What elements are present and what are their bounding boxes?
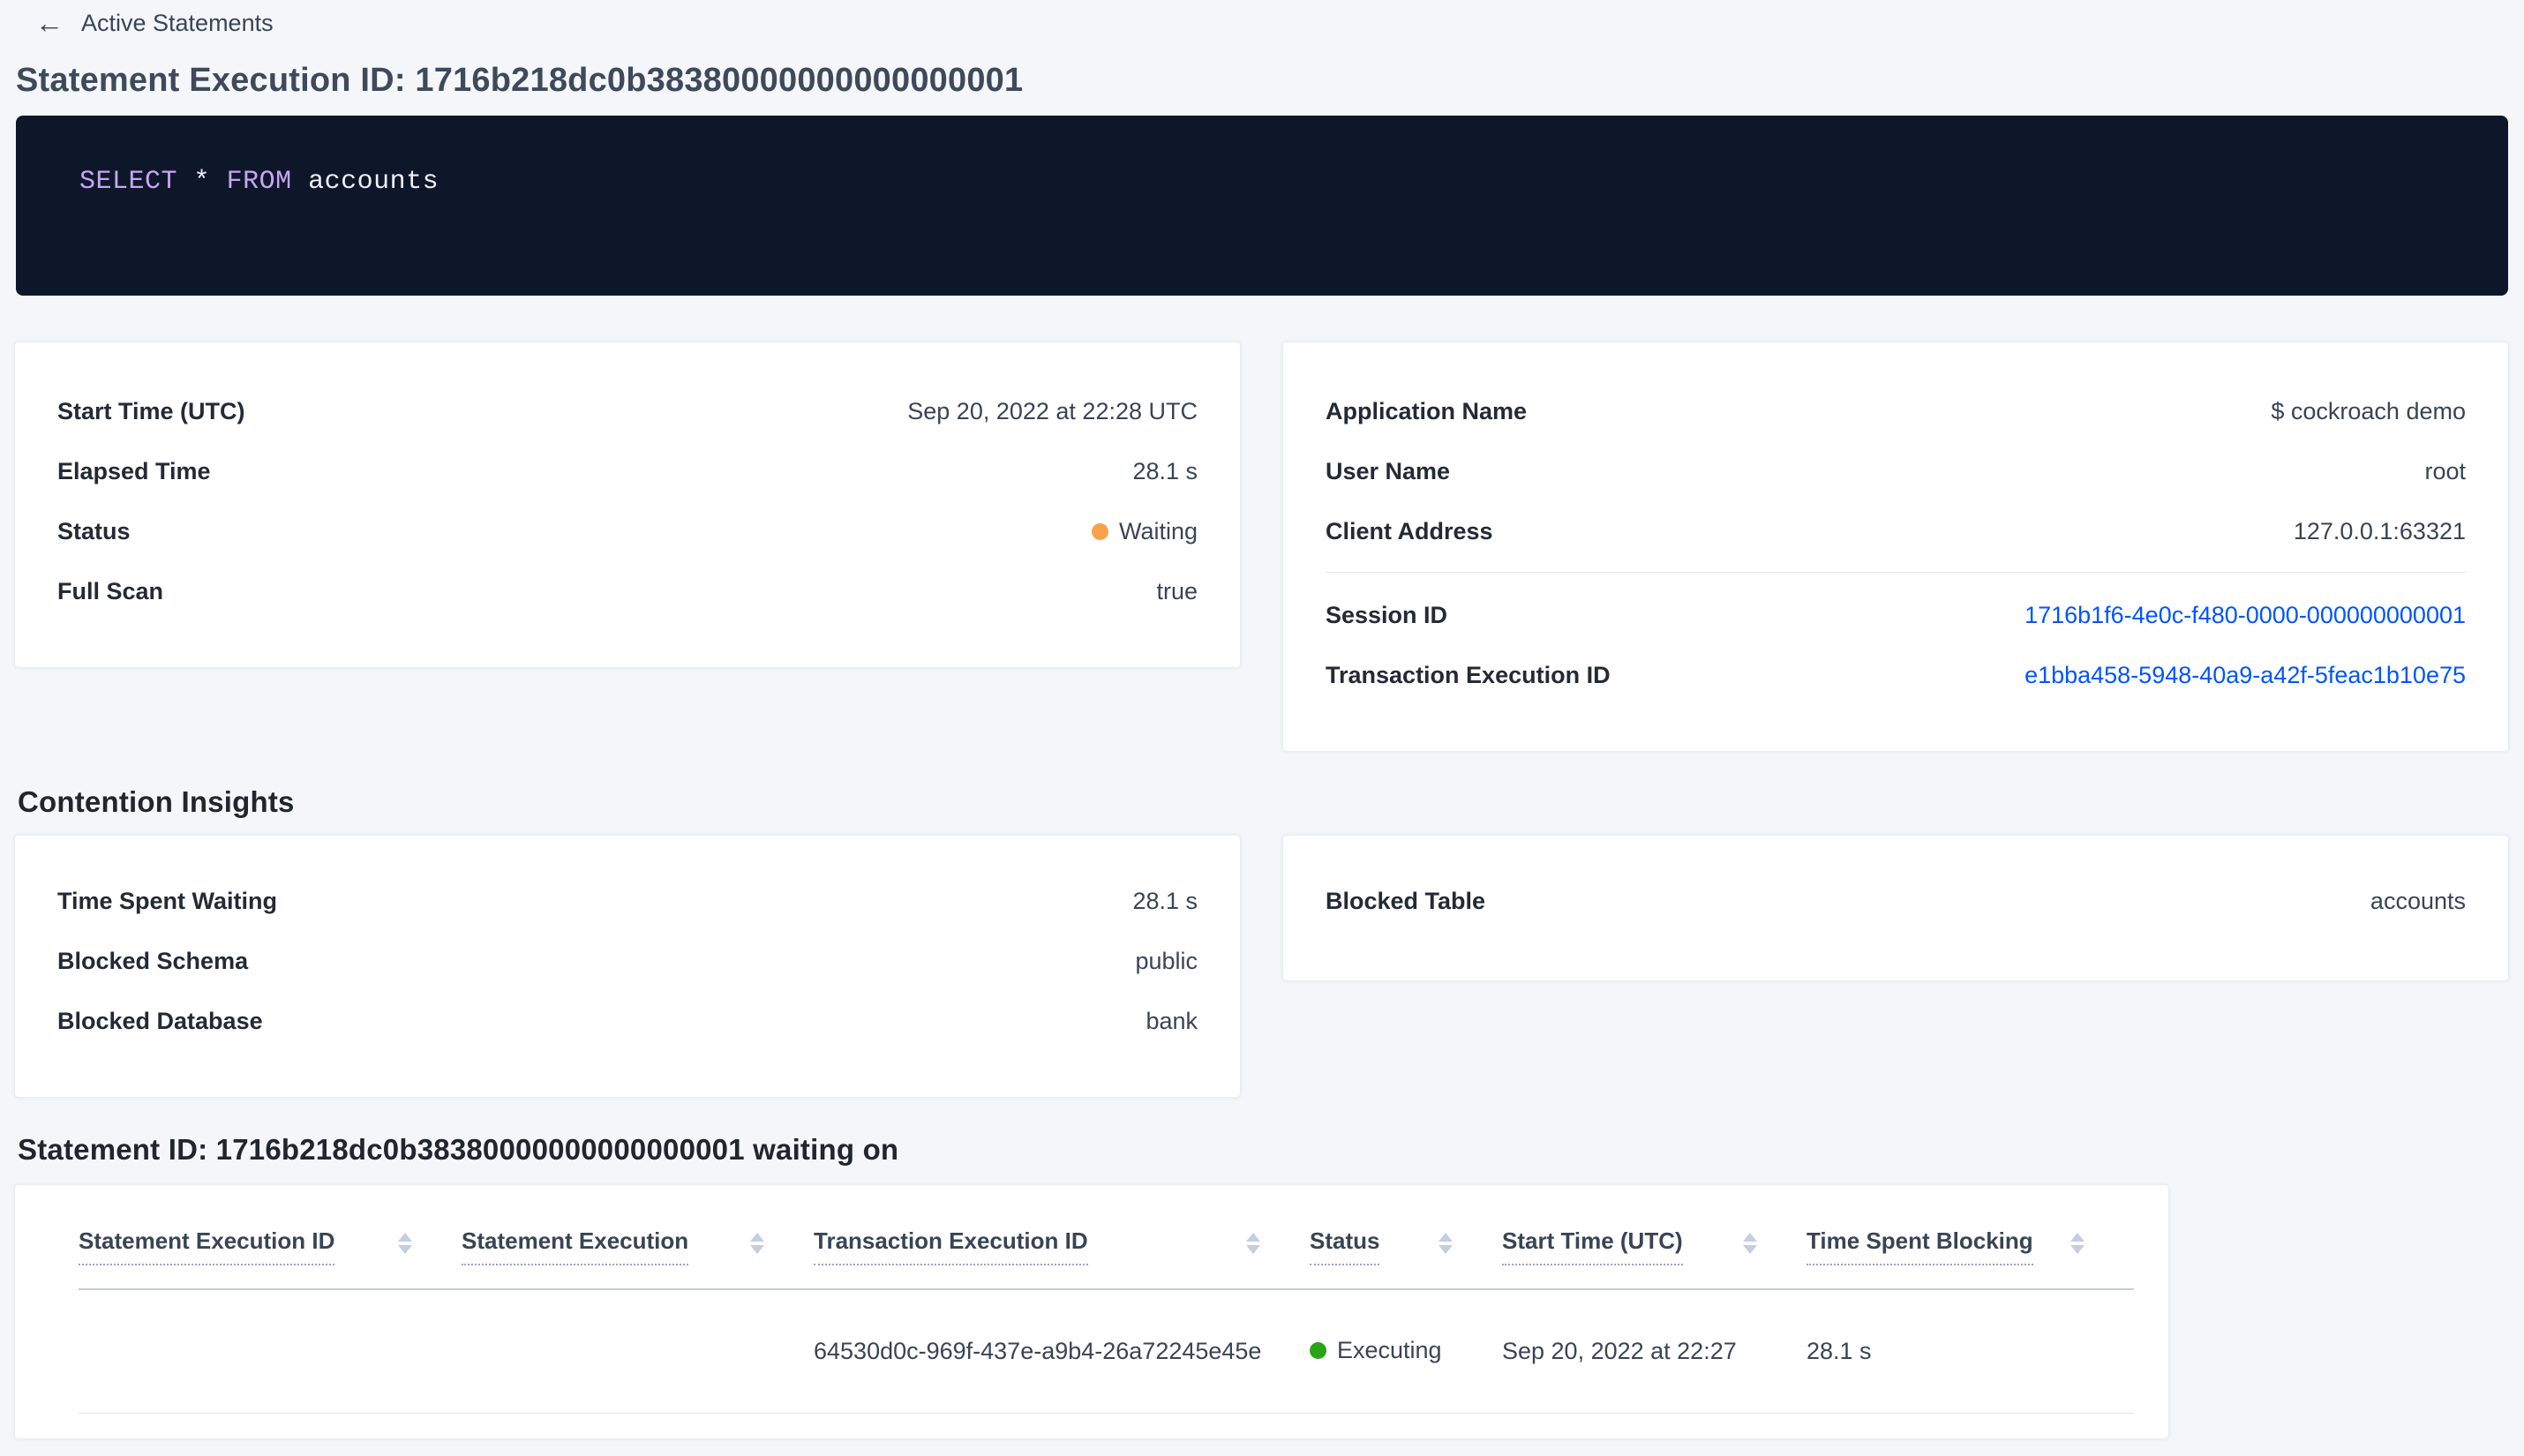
table-row: 64530d0c-969f-437e-a9b4-26a72245e45e Exe… (79, 1289, 2134, 1414)
row-blocked-database: Blocked Database bank (57, 991, 1198, 1051)
column-header-transaction-execution-id[interactable]: Transaction Execution ID (814, 1185, 1310, 1290)
start-time-label: Start Time (UTC) (57, 397, 245, 424)
cell-time-spent-blocking: 28.1 s (1807, 1289, 2134, 1414)
sort-icon[interactable] (1743, 1233, 1757, 1254)
row-start-time: Start Time (UTC) Sep 20, 2022 at 22:28 U… (57, 381, 1198, 441)
client-address-value: 127.0.0.1:63321 (2293, 517, 2466, 544)
row-application-name: Application Name $ cockroach demo (1326, 381, 2466, 441)
page-title: Statement Execution ID: 1716b218dc0b3838… (16, 62, 1024, 99)
column-label: Status (1310, 1227, 1380, 1265)
column-label: Statement Execution ID (79, 1227, 335, 1265)
sort-icon[interactable] (1439, 1233, 1453, 1254)
executing-status-dot-icon (1310, 1342, 1326, 1360)
user-name-label: User Name (1326, 457, 1451, 484)
contention-right-card: Blocked Table accounts (1282, 835, 2509, 981)
contention-cards-row: Time Spent Waiting 28.1 s Blocked Schema… (14, 835, 2509, 1098)
contention-left-card: Time Spent Waiting 28.1 s Blocked Schema… (14, 835, 1241, 1098)
sort-icon[interactable] (750, 1233, 764, 1254)
sql-keyword-from: FROM (226, 167, 292, 197)
row-blocked-table: Blocked Table accounts (1326, 871, 2466, 931)
cell-status: Executing (1310, 1289, 1502, 1414)
column-label: Start Time (UTC) (1502, 1227, 1683, 1265)
sql-statement-box: SELECT * FROM accounts (16, 116, 2508, 296)
application-name-label: Application Name (1326, 397, 1528, 424)
arrow-left-icon: ← (35, 7, 64, 39)
back-to-active-statements-link[interactable]: ← Active Statements (35, 9, 274, 37)
row-user-name: User Name root (1326, 441, 2466, 501)
status-badge: Waiting (1091, 517, 1198, 545)
sql-table-name: accounts (308, 167, 439, 197)
elapsed-time-label: Elapsed Time (57, 457, 211, 484)
row-time-spent-waiting: Time Spent Waiting 28.1 s (57, 871, 1198, 931)
column-header-status[interactable]: Status (1310, 1185, 1502, 1290)
row-blocked-schema: Blocked Schema public (57, 931, 1198, 991)
column-header-statement-execution[interactable]: Statement Execution (462, 1185, 814, 1290)
application-name-value: $ cockroach demo (2271, 397, 2466, 424)
blocked-table-label: Blocked Table (1326, 887, 1486, 914)
status-label: Status (57, 517, 131, 544)
status-badge: Executing (1310, 1337, 1442, 1364)
session-card-divider (1326, 572, 2466, 573)
column-label: Time Spent Blocking (1807, 1227, 2033, 1265)
blocked-table-value: accounts (2370, 887, 2466, 914)
table-header-row: Statement Execution ID Statement Executi… (79, 1185, 2134, 1290)
back-link-label: Active Statements (81, 9, 274, 36)
blocked-schema-value: public (1135, 947, 1198, 974)
status-value: Waiting (1118, 517, 1198, 544)
sql-star: * (193, 167, 211, 197)
user-name-value: root (2424, 457, 2466, 484)
column-header-start-time[interactable]: Start Time (UTC) (1502, 1185, 1807, 1290)
row-transaction-execution-id: Transaction Execution ID e1bba458-5948-4… (1326, 645, 2466, 705)
waiting-status-dot-icon (1091, 522, 1108, 540)
full-scan-value: true (1156, 577, 1198, 604)
sort-icon[interactable] (2070, 1233, 2085, 1254)
cell-start-time: Sep 20, 2022 at 22:27 (1502, 1289, 1807, 1414)
transaction-execution-id-label: Transaction Execution ID (1326, 661, 1611, 688)
session-id-link[interactable]: 1716b1f6-4e0c-f480-0000-000000000001 (2024, 602, 2466, 629)
sort-icon[interactable] (1246, 1233, 1260, 1254)
contention-insights-heading: Contention Insights (18, 785, 295, 818)
cell-statement-execution-id (79, 1289, 462, 1414)
waiting-on-heading: Statement ID: 1716b218dc0b38380000000000… (18, 1133, 899, 1166)
row-client-address: Client Address 127.0.0.1:63321 (1326, 501, 2466, 561)
elapsed-time-value: 28.1 s (1132, 457, 1198, 484)
cell-transaction-execution-id: 64530d0c-969f-437e-a9b4-26a72245e45e (814, 1289, 1310, 1414)
summary-cards-row: Start Time (UTC) Sep 20, 2022 at 22:28 U… (14, 341, 2509, 752)
sort-icon[interactable] (398, 1233, 412, 1254)
row-session-id: Session ID 1716b1f6-4e0c-f480-0000-00000… (1326, 585, 2466, 645)
row-elapsed-time: Elapsed Time 28.1 s (57, 441, 1198, 501)
row-full-scan: Full Scan true (57, 561, 1198, 621)
sql-statement-text: SELECT * FROM accounts (79, 167, 439, 197)
blocked-schema-label: Blocked Schema (57, 947, 249, 974)
time-spent-waiting-value: 28.1 s (1132, 887, 1198, 914)
cell-statement-execution (462, 1289, 814, 1414)
waiting-on-table-card: Statement Execution ID Statement Executi… (14, 1184, 2169, 1439)
start-time-value: Sep 20, 2022 at 22:28 UTC (907, 397, 1198, 424)
blocked-database-label: Blocked Database (57, 1007, 263, 1034)
waiting-on-table: Statement Execution ID Statement Executi… (79, 1185, 2134, 1414)
session-id-label: Session ID (1326, 601, 1448, 628)
statement-execution-detail-page: ← Active Statements Statement Execution … (0, 0, 2524, 1456)
overview-card: Start Time (UTC) Sep 20, 2022 at 22:28 U… (14, 341, 1241, 668)
column-header-statement-execution-id[interactable]: Statement Execution ID (79, 1185, 462, 1290)
sql-keyword-select: SELECT (79, 167, 178, 197)
status-value: Executing (1337, 1337, 1442, 1364)
full-scan-label: Full Scan (57, 577, 164, 604)
column-header-time-spent-blocking[interactable]: Time Spent Blocking (1807, 1185, 2134, 1290)
blocked-database-value: bank (1146, 1007, 1198, 1034)
transaction-execution-id-link[interactable]: e1bba458-5948-40a9-a42f-5feac1b10e75 (2024, 662, 2466, 689)
column-label: Statement Execution (462, 1227, 689, 1265)
time-spent-waiting-label: Time Spent Waiting (57, 887, 278, 914)
client-address-label: Client Address (1326, 517, 1493, 544)
row-status: Status Waiting (57, 501, 1198, 561)
column-label: Transaction Execution ID (814, 1227, 1088, 1265)
session-card: Application Name $ cockroach demo User N… (1282, 341, 2509, 752)
